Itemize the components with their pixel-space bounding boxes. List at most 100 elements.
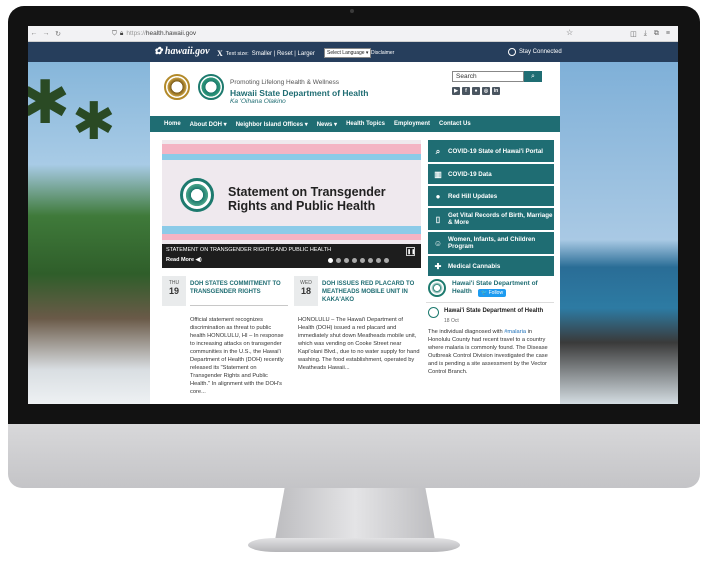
news-date: WED 18	[294, 276, 318, 306]
hawaii-gov-logo[interactable]: ✿ hawaii.gov	[154, 46, 210, 57]
nav-employment[interactable]: Employment	[394, 121, 430, 127]
nav-health-topics[interactable]: Health Topics	[346, 121, 385, 127]
divider	[190, 305, 288, 306]
nav-home[interactable]: Home	[164, 121, 181, 127]
news-title[interactable]: DOH ISSUES RED PLACARD TO MEATHEADS MOBI…	[322, 280, 422, 304]
quick-link-label: Red Hill Updates	[448, 192, 498, 200]
state-seal-logo[interactable]	[164, 74, 190, 100]
text-size-options[interactable]: Smaller | Reset | Larger	[252, 51, 315, 57]
doh-seal-logo[interactable]	[198, 74, 224, 100]
slide-dot[interactable]	[344, 258, 349, 263]
twitter-feed: Hawai'i State Department of Health 🐦 Fol…	[424, 276, 556, 404]
tweet-date[interactable]: 18 Oct	[444, 318, 459, 324]
quick-link-medical-cannabis[interactable]: ✚ Medical Cannabis	[428, 256, 554, 276]
lock-icon: 🔒︎	[119, 29, 124, 37]
quick-link-wic[interactable]: ☺ Women, Infants, and Children Program	[428, 232, 554, 254]
background-ocean-scene	[560, 62, 678, 404]
nav-about-doh[interactable]: About DOH ▾	[190, 121, 227, 128]
camera-icon	[350, 9, 354, 13]
quick-link-vital-records[interactable]: ▯ Get Vital Records of Birth, Marriage &…	[428, 208, 554, 230]
nav-news[interactable]: News ▾	[317, 121, 337, 128]
slide-dot[interactable]	[376, 258, 381, 263]
screen: ← → ↻ ⛉ 🔒︎ https://health.hawaii.gov ☆ ◫…	[28, 26, 678, 404]
url-prefix: https://	[126, 30, 146, 37]
quick-link-covid-data[interactable]: ▥ COVID-19 Data	[428, 164, 554, 184]
search-button[interactable]: ⌕	[524, 71, 542, 82]
globe-icon	[508, 48, 516, 56]
hawaiian-name: Ka 'Oihana Olakino	[230, 98, 286, 105]
doh-seal-image	[180, 178, 214, 212]
facebook-icon[interactable]: f	[462, 87, 470, 95]
flag-stripe	[162, 234, 421, 240]
stay-connected-label: Stay Connected	[519, 49, 562, 55]
news-item: WED 18 DOH ISSUES RED PLACARD TO MEATHEA…	[294, 276, 422, 404]
quick-link-label: Get Vital Records of Birth, Marriage & M…	[448, 212, 553, 226]
quick-links: ⌕ COVID-19 State of Hawai'i Portal ▥ COV…	[428, 140, 554, 278]
slide-dot[interactable]	[352, 258, 357, 263]
reload-icon[interactable]: ↻	[52, 30, 64, 38]
follow-button[interactable]: 🐦 Follow	[478, 289, 507, 297]
slide-dot[interactable]	[328, 258, 333, 263]
news-item: THU 19 DOH STATES COMMITMENT TO TRANSGEN…	[162, 276, 290, 404]
flag-stripe	[162, 226, 421, 234]
featured-slider[interactable]: Statement on Transgender Rights and Publ…	[162, 140, 421, 268]
disclaimer-link[interactable]: Disclaimer	[371, 50, 394, 56]
stay-connected[interactable]: Stay Connected	[508, 48, 562, 56]
nav-neighbor-island-offices[interactable]: Neighbor Island Offices ▾	[236, 121, 308, 128]
tweet-text-start: The individual diagnosed with	[428, 329, 505, 335]
language-select[interactable]: Select Language ▾	[324, 48, 372, 58]
quick-link-label: COVID-19 Data	[448, 170, 492, 178]
slide-dot[interactable]	[336, 258, 341, 263]
droplet-icon: ●	[435, 191, 441, 201]
read-more-link[interactable]: Read More ◀)	[166, 257, 202, 263]
slide-dot[interactable]	[368, 258, 373, 263]
quick-link-label: Medical Cannabis	[448, 262, 501, 270]
download-icon[interactable]: ⤓	[644, 30, 647, 38]
flower-icon: ✿	[154, 46, 165, 57]
browser-toolbar: ← → ↻ ⛉ 🔒︎ https://health.hawaii.gov ☆ ◫…	[28, 26, 678, 42]
monitor-base	[248, 538, 460, 552]
forward-icon[interactable]: →	[40, 30, 52, 37]
palm-tree-image: ✱	[72, 93, 116, 151]
url-host: health.hawaii.gov	[145, 30, 197, 37]
news-body: Official statement recognizes discrimina…	[190, 317, 284, 395]
nav-contact-us[interactable]: Contact Us	[439, 121, 471, 127]
palm-tree-image: ✱	[28, 69, 71, 136]
menu-icon[interactable]: ≡	[666, 30, 670, 38]
pocket-icon[interactable]: ◫	[630, 30, 637, 38]
news-date: THU 19	[162, 276, 186, 306]
slide-caption-bar: STATEMENT ON TRANSGENDER RIGHTS AND PUBL…	[162, 244, 421, 268]
department-name[interactable]: Hawaii State Department of Health	[230, 88, 368, 98]
main-navigation: Home About DOH ▾ Neighbor Island Offices…	[150, 116, 560, 132]
address-bar[interactable]: ⛉ 🔒︎ https://health.hawaii.gov	[112, 30, 196, 38]
family-icon: ☺	[433, 238, 443, 248]
slide-dot[interactable]	[360, 258, 365, 263]
tweet-author[interactable]: Hawai'i State Department of Health	[444, 308, 543, 314]
divider	[426, 302, 554, 303]
slide-title: Statement on Transgender Rights and Publ…	[228, 185, 386, 213]
back-icon[interactable]: ←	[28, 30, 40, 37]
tweet-text-end: in Honolulu County had recent travel to …	[428, 329, 548, 375]
quick-link-red-hill[interactable]: ● Red Hill Updates	[428, 186, 554, 206]
bookmark-star-icon[interactable]: ☆	[566, 28, 573, 37]
quick-link-covid-portal[interactable]: ⌕ COVID-19 State of Hawai'i Portal	[428, 140, 554, 162]
flag-stripe	[162, 154, 421, 160]
tweet-hashtag[interactable]: #malaria	[504, 329, 526, 335]
search-icon: ⌕	[531, 73, 535, 80]
pause-icon[interactable]: ❚❚	[406, 247, 415, 256]
slide-dot[interactable]	[384, 258, 389, 263]
text-size-icon: X	[217, 49, 223, 58]
site-header: Promoting Lifelong Health & Wellness Haw…	[150, 62, 560, 116]
linkedin-icon[interactable]: in	[492, 87, 500, 95]
news-title[interactable]: DOH STATES COMMITMENT TO TRANSGENDER RIG…	[190, 280, 290, 296]
news-day-of-week: WED	[300, 280, 312, 286]
news-day: 19	[168, 286, 179, 296]
text-size-label: Text size:	[225, 50, 249, 57]
extensions-icon[interactable]: ⧉	[654, 30, 659, 38]
youtube-icon[interactable]: ▶	[452, 87, 460, 95]
twitter-avatar[interactable]	[428, 279, 446, 297]
search-input[interactable]: Search	[452, 71, 524, 82]
flickr-icon[interactable]: ●	[472, 87, 480, 95]
social-links: ▶ f ● ◎ in	[452, 87, 500, 95]
instagram-icon[interactable]: ◎	[482, 87, 490, 95]
